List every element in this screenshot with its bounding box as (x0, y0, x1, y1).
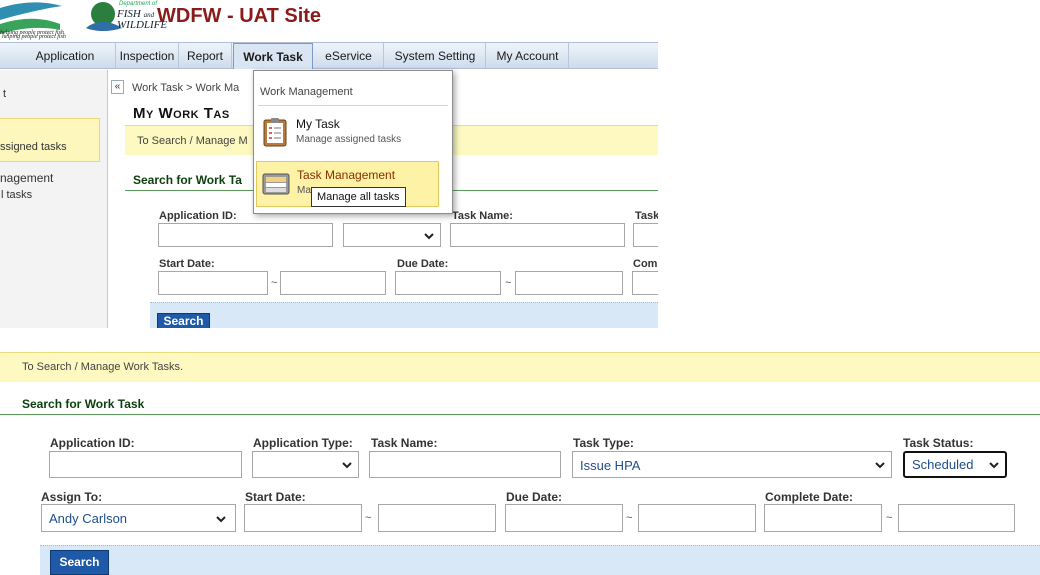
label-application-type: Application Type: (253, 436, 353, 450)
date-range-separator: ~ (626, 512, 633, 524)
sidebar-item-my-task[interactable] (0, 118, 100, 162)
tab-system-setting[interactable]: System Setting (385, 43, 486, 69)
sidebar-item-task-management-sub: l tasks (1, 189, 33, 201)
label-comp: Comp (633, 258, 658, 270)
tab-report[interactable]: Report (179, 43, 232, 69)
tab-work-task[interactable]: Work Task (233, 43, 313, 69)
task-name-input[interactable] (450, 223, 625, 247)
due-date-from-input[interactable] (505, 504, 623, 532)
due-date-from-input[interactable] (395, 271, 501, 295)
task-type-select[interactable] (633, 223, 658, 247)
site-banner: helping people protect fish Department o… (0, 0, 658, 42)
chevron-down-icon (989, 462, 999, 469)
start-date-from-input[interactable] (244, 504, 362, 532)
menu-item-subtitle: Manage assigned tasks (296, 134, 402, 145)
tab-inspection[interactable]: Inspection (116, 43, 179, 69)
site-title: WDFW - UAT Site (157, 5, 322, 27)
date-range-separator: ~ (365, 512, 372, 524)
complete-date-from-input[interactable] (632, 271, 658, 295)
task-status-value: Scheduled (912, 457, 974, 472)
info-text: To Search / Manage M (137, 135, 248, 147)
task-status-select[interactable]: Scheduled (903, 451, 1007, 478)
application-type-select[interactable] (252, 451, 359, 478)
chevron-down-icon (875, 462, 885, 469)
menu-divider (258, 105, 448, 106)
button-bar: Search (40, 545, 1040, 575)
tab-eservice[interactable]: eService (314, 43, 384, 69)
sidebar-item-task-management[interactable]: nagement (0, 171, 53, 185)
date-range-separator: ~ (505, 277, 512, 289)
application-id-input[interactable] (158, 223, 333, 247)
menu-item-title: My Task (296, 117, 340, 131)
label-start-date: Start Date: (245, 490, 306, 504)
due-date-to-input[interactable] (638, 504, 756, 532)
main-nav: Application Inspection Report Work Task … (0, 42, 658, 69)
breadcrumb: Work Task > Work Ma (132, 82, 240, 94)
menu-item-title: Task Management (297, 168, 396, 182)
search-button[interactable]: Search (50, 550, 109, 575)
start-date-to-input[interactable] (378, 504, 496, 532)
menu-item-subtitle: Ma (297, 185, 311, 196)
button-bar: Search (150, 302, 658, 328)
search-button[interactable]: Search (157, 313, 210, 328)
task-type-select[interactable]: Issue HPA (572, 451, 892, 478)
clipboard-icon (263, 118, 287, 147)
label-task-type: Task Type: (573, 436, 634, 450)
label-application-id: Application ID: (50, 436, 135, 450)
page-title: My Work Tas (133, 105, 230, 122)
label-complete-date: Complete Date: (765, 490, 854, 504)
tray-icon (262, 173, 290, 195)
agency-and: and (143, 11, 155, 19)
collapse-sidebar-button[interactable]: « (111, 80, 124, 94)
assign-to-select[interactable]: Andy Carlson (41, 504, 236, 532)
label-task-status: Task Status: (903, 436, 974, 450)
complete-date-to-input[interactable] (898, 504, 1015, 532)
start-date-from-input[interactable] (158, 271, 268, 295)
chevron-down-icon (424, 233, 434, 240)
date-range-separator: ~ (271, 277, 278, 289)
date-range-separator: ~ (886, 512, 893, 524)
info-text: To Search / Manage Work Tasks. (22, 361, 183, 373)
assign-to-value: Andy Carlson (49, 511, 128, 526)
label-task: Task (635, 210, 658, 222)
complete-date-from-input[interactable] (764, 504, 882, 532)
agency-tagline: helping people protect fish (0, 30, 64, 36)
label-assign-to: Assign To: (41, 490, 103, 504)
label-application-id: Application ID: (159, 210, 237, 222)
label-due-date: Due Date: (506, 490, 563, 504)
task-type-value: Issue HPA (580, 458, 641, 473)
top-screenshot: helping people protect fish Department o… (0, 0, 658, 328)
label-task-name: Task Name: (371, 436, 438, 450)
info-bar: To Search / Manage Work Tasks. (0, 352, 1040, 382)
agency-line1: Department of (119, 1, 158, 7)
section-heading: Search for Work Ta (133, 173, 242, 187)
menu-header: Work Management (260, 86, 353, 98)
tab-application[interactable]: Application (15, 43, 116, 69)
application-type-select[interactable] (343, 223, 441, 247)
label-start-date: Start Date: (159, 258, 215, 270)
start-date-to-input[interactable] (280, 271, 386, 295)
chevron-down-icon (216, 516, 226, 523)
section-heading: Search for Work Task (22, 397, 145, 411)
menu-item-my-task[interactable]: My Task Manage assigned tasks (256, 111, 439, 157)
label-task-name: Task Name: (452, 210, 513, 222)
task-name-input[interactable] (369, 451, 561, 478)
application-id-input[interactable] (49, 451, 242, 478)
due-date-to-input[interactable] (515, 271, 623, 295)
sidebar: t ssigned tasks nagement l tasks (0, 70, 108, 328)
section-divider (0, 414, 1040, 415)
tab-my-account[interactable]: My Account (487, 43, 569, 69)
sidebar-fragment-1: t (3, 88, 7, 100)
label-due-date: Due Date: (397, 258, 449, 270)
sidebar-item-my-task-sub: ssigned tasks (0, 141, 67, 153)
chevron-down-icon (342, 462, 352, 469)
tooltip: Manage all tasks (311, 187, 406, 207)
